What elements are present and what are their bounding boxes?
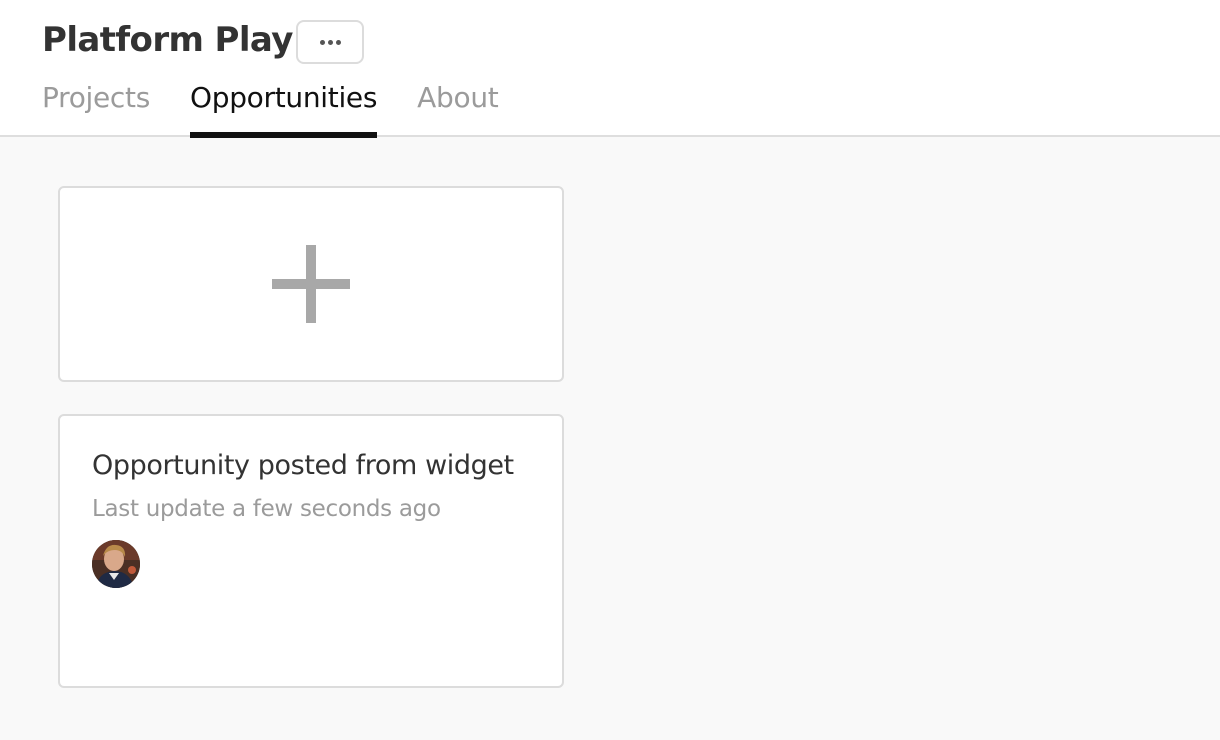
user-avatar-icon [92, 540, 140, 588]
avatar[interactable] [92, 540, 140, 588]
tab-projects[interactable]: Projects [42, 80, 150, 137]
tab-bar: Projects Opportunities About [42, 80, 538, 138]
add-opportunity-card[interactable] [58, 186, 564, 382]
last-update-text: Last update a few seconds ago [92, 496, 441, 522]
page-header: Platform Play Projects Opportunities Abo… [0, 0, 1220, 138]
opportunity-card[interactable]: Opportunity posted from widget Last upda… [58, 414, 564, 688]
page-title: Platform Play [42, 20, 293, 60]
ellipsis-icon [319, 39, 341, 45]
tab-opportunities[interactable]: Opportunities [190, 80, 377, 138]
more-options-button[interactable] [296, 20, 364, 64]
plus-icon [272, 245, 350, 323]
opportunity-title[interactable]: Opportunity posted from widget [92, 450, 514, 481]
tab-about[interactable]: About [417, 80, 499, 137]
